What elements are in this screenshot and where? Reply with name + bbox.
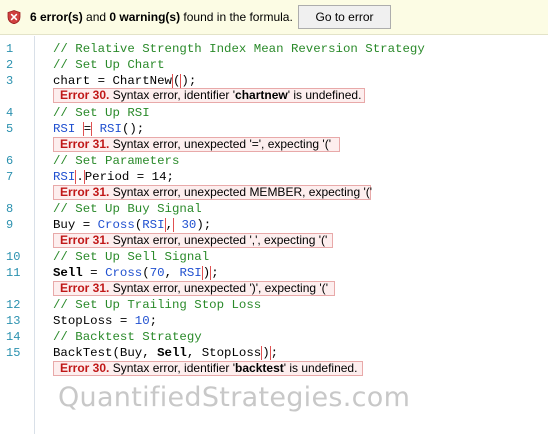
error-text-pre: Syntax error, identifier ' [109,361,236,375]
line-number: 3 [6,74,14,88]
code-line-10: 10 // Set Up Sell Signal [0,249,548,265]
error-code: Error 31. [60,233,110,247]
code-tokens: RSI.Period = 14; [53,170,174,184]
code-tokens: Buy = Cross(RSI, 30); [53,218,212,232]
error-text-pre: Syntax error, unexpected '=', expecting … [109,137,329,151]
code-text: // Set Up Sell Signal [53,249,209,265]
line-number: 8 [6,202,14,216]
error-message-line-15: Error 30. Syntax error, identifier 'back… [53,361,363,376]
error-message-line-7: Error 31. Syntax error, unexpected MEMBE… [53,185,373,200]
code-line-1: 1 // Relative Strength Index Mean Revers… [0,41,548,57]
code-line-9: 9 Buy = Cross(RSI, 30); [0,217,548,233]
code-text: Sell = Cross(70, RSI); [53,265,219,281]
error-text-post: ' [325,233,328,247]
error-message-line-11: Error 31. Syntax error, unexpected ')', … [53,281,335,296]
error-code: Error 30. [60,361,110,375]
error-text-pre: Syntax error, unexpected ',', expecting … [109,233,326,247]
code-text: // Backtest Strategy [53,329,202,345]
error-text-post: ' is undefined. [283,361,358,375]
warning-count: 0 warning(s) [109,10,181,24]
error-message-line-9: Error 31. Syntax error, unexpected ',', … [53,233,333,248]
error-identifier: chartnew [235,88,288,102]
code-text: chart = ChartNew(); [53,73,196,89]
code-tokens: Sell = Cross(70, RSI); [53,266,219,280]
error-summary-bar: 6 error(s) and 0 warning(s) found in the… [0,0,548,35]
error-count: 6 error(s) [30,10,83,24]
code-comment: // Set Parameters [53,154,180,168]
code-line-12: 12 // Set Up Trailing Stop Loss [0,297,548,313]
error-message-line-3: Error 30. Syntax error, identifier 'char… [53,88,365,103]
code-comment: // Set Up Buy Signal [53,202,202,216]
code-comment: // Backtest Strategy [53,330,202,344]
error-code: Error 30. [60,88,110,102]
code-text: BackTest(Buy, Sell, StopLoss); [53,345,278,361]
code-line-2: 2 // Set Up Chart [0,57,548,73]
line-number: 13 [6,314,21,328]
line-number: 4 [6,106,14,120]
code-comment: // Set Up Chart [53,58,165,72]
error-text-post: ' [369,185,373,199]
code-tokens: RSI = RSI(); [53,122,145,136]
error-identifier: backtest [235,361,284,375]
code-line-6: 6 // Set Parameters [0,153,548,169]
line-number: 14 [6,330,21,344]
gutter-divider [34,36,35,434]
code-text: // Set Up Trailing Stop Loss [53,297,261,313]
line-number: 2 [6,58,14,72]
error-code: Error 31. [60,185,110,199]
error-text-pre: Syntax error, unexpected MEMBER, expecti… [109,185,370,199]
error-text-pre: Syntax error, unexpected ')', expecting … [109,281,326,295]
code-text: // Set Parameters [53,153,179,169]
summary-found-text: found in the formula. [180,10,293,24]
error-text-post: ' is undefined. [287,88,362,102]
error-summary-text: 6 error(s) and 0 warning(s) found in the… [30,10,293,24]
line-number: 15 [6,346,21,360]
code-text: Buy = Cross(RSI, 30); [53,217,211,233]
code-comment: // Set Up RSI [53,106,150,120]
code-text: // Relative Strength Index Mean Reversio… [53,41,425,57]
code-comment: // Relative Strength Index Mean Reversio… [53,42,425,56]
error-shield-icon [7,10,21,24]
line-number: 6 [6,154,14,168]
code-tokens: BackTest(Buy, Sell, StopLoss); [53,346,279,360]
error-message-line-5: Error 31. Syntax error, unexpected '=', … [53,137,340,152]
line-number: 9 [6,218,14,232]
line-number: 12 [6,298,21,312]
code-tokens: StopLoss = 10; [53,314,158,328]
code-line-4: 4 // Set Up RSI [0,105,548,121]
line-number: 10 [6,250,21,264]
line-number: 1 [6,42,14,56]
code-text: // Set Up RSI [53,105,150,121]
code-line-14: 14 // Backtest Strategy [0,329,548,345]
code-tokens: chart = ChartNew(); [53,74,197,88]
code-line-7: 7 RSI.Period = 14; [0,169,548,185]
error-text-post: ' [325,281,328,295]
code-line-3: 3 chart = ChartNew(); [0,73,548,89]
go-to-error-button[interactable]: Go to error [298,5,391,29]
code-line-5: 5 RSI = RSI(); [0,121,548,137]
code-text: RSI = RSI(); [53,121,144,137]
error-text-pre: Syntax error, identifier ' [109,88,236,102]
error-text-post: ' [328,137,331,151]
line-number: 5 [6,122,14,136]
code-text: StopLoss = 10; [53,313,157,329]
code-line-15: 15 BackTest(Buy, Sell, StopLoss); [0,345,548,361]
line-number: 7 [6,170,14,184]
code-text: // Set Up Buy Signal [53,201,202,217]
watermark: QuantifiedStrategies.com [58,382,411,413]
code-text: // Set Up Chart [53,57,165,73]
error-code: Error 31. [60,137,110,151]
code-line-8: 8 // Set Up Buy Signal [0,201,548,217]
code-line-11: 11 Sell = Cross(70, RSI); [0,265,548,281]
code-comment: // Set Up Sell Signal [53,250,210,264]
error-code: Error 31. [60,281,110,295]
line-number: 11 [6,266,21,280]
summary-and: and [82,10,110,24]
code-text: RSI.Period = 14; [53,169,174,185]
code-line-13: 13 StopLoss = 10; [0,313,548,329]
code-comment: // Set Up Trailing Stop Loss [53,298,262,312]
